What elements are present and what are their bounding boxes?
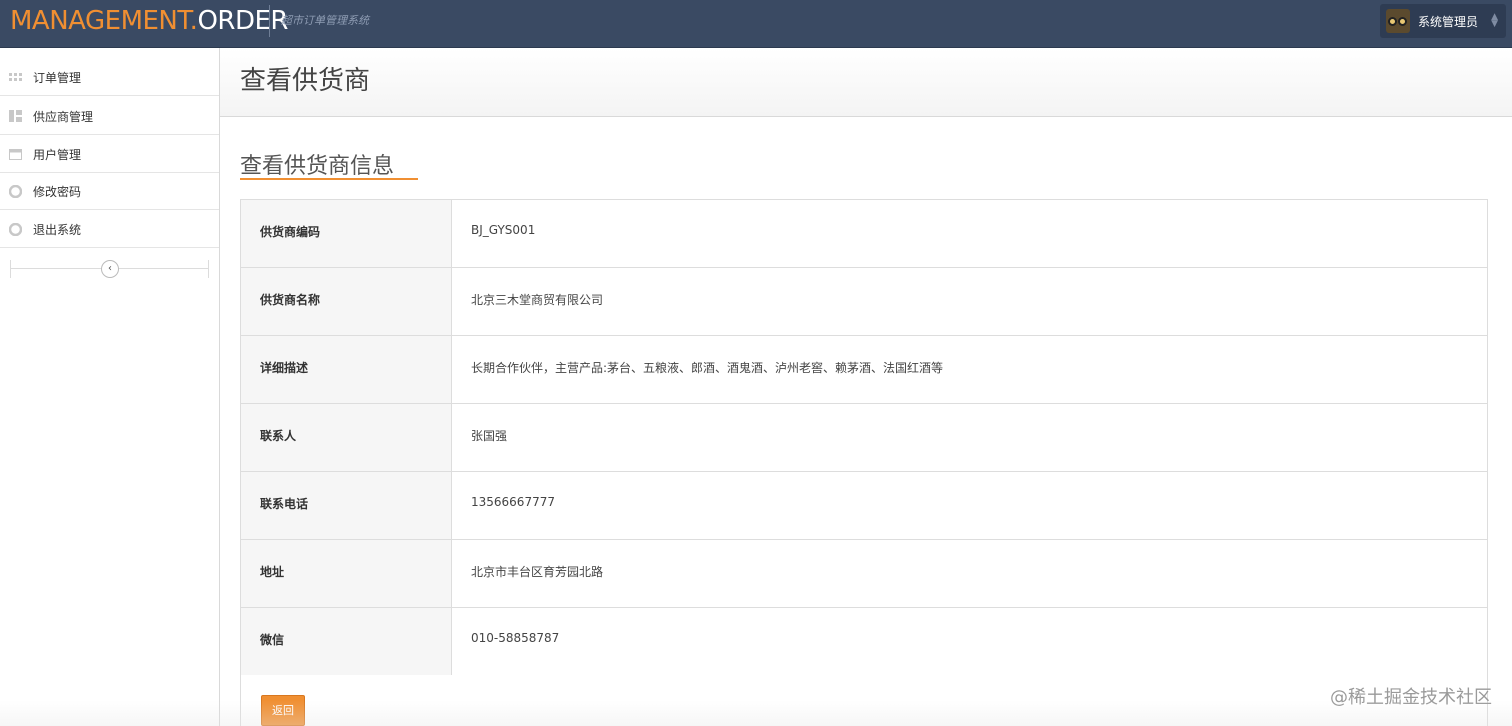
supplier-info-table: 供货商编码 BJ_GYS001 供货商名称 北京三木堂商贸有限公司 详细描述 长… <box>240 199 1488 676</box>
brand-subtitle: 超市订单管理系统 <box>281 14 369 27</box>
table-row: 详细描述 长期合作伙伴，主营产品:茅台、五粮液、郎酒、酒鬼酒、泸州老窖、赖茅酒、… <box>240 335 1488 404</box>
page-header: 查看供货商 <box>220 48 1512 117</box>
divider <box>208 260 209 278</box>
field-label: 详细描述 <box>240 335 452 404</box>
table-row: 供货商名称 北京三木堂商贸有限公司 <box>240 267 1488 336</box>
field-value: 010-58858787 <box>451 607 1488 676</box>
user-name: 系统管理员 <box>1418 15 1479 29</box>
field-label: 联系人 <box>240 403 452 472</box>
lifebuoy-icon <box>8 222 23 237</box>
brand-divider <box>269 5 270 37</box>
updown-caret-icon: ▲ ▼ <box>1491 12 1498 29</box>
page-title: 查看供货商 <box>240 66 371 96</box>
sidebar-item-label: 订单管理 <box>33 71 82 85</box>
field-label: 供货商编码 <box>240 199 452 268</box>
lifebuoy-icon <box>8 184 23 199</box>
field-label: 微信 <box>240 607 452 676</box>
sidebar-item-change-password[interactable]: 修改密码 <box>0 172 219 210</box>
avatar <box>1386 9 1410 33</box>
sidebar-item-users[interactable]: 用户管理 <box>0 135 219 173</box>
field-label: 供货商名称 <box>240 267 452 336</box>
table-row: 联系人 张国强 <box>240 403 1488 472</box>
brand-logo[interactable]: MANAGEMENT.ORDER <box>10 3 288 39</box>
back-button[interactable]: 返回 <box>261 695 305 726</box>
sidebar: 订单管理 供应商管理 用户管理 修改密码 退出系统 ‹ <box>0 48 220 726</box>
divider <box>10 260 11 278</box>
sidebar-item-label: 修改密码 <box>33 185 82 199</box>
sidebar-item-label: 用户管理 <box>33 148 82 162</box>
table-row: 地址 北京市丰台区育芳园北路 <box>240 539 1488 608</box>
brand-part2: ORDER <box>197 6 288 36</box>
field-value: 北京三木堂商贸有限公司 <box>451 267 1488 336</box>
field-value: 长期合作伙伴，主营产品:茅台、五粮液、郎酒、酒鬼酒、泸州老窖、赖茅酒、法国红酒等 <box>451 335 1488 404</box>
table-row: 供货商编码 BJ_GYS001 <box>240 199 1488 268</box>
table-row: 微信 010-58858787 <box>240 607 1488 676</box>
sidebar-item-label: 退出系统 <box>33 223 82 237</box>
field-value: BJ_GYS001 <box>451 199 1488 268</box>
sidebar-item-suppliers[interactable]: 供应商管理 <box>0 97 219 135</box>
sidebar-collapse-bar: ‹ <box>10 260 209 278</box>
field-value: 张国强 <box>451 403 1488 472</box>
chevron-left-icon[interactable]: ‹ <box>101 260 119 278</box>
avatar-eye-right <box>1398 17 1407 26</box>
field-label: 联系电话 <box>240 471 452 540</box>
field-value: 北京市丰台区育芳园北路 <box>451 539 1488 608</box>
section-underline <box>240 178 418 180</box>
layout-icon <box>9 110 22 122</box>
top-navbar: MANAGEMENT.ORDER 超市订单管理系统 系统管理员 ▲ ▼ <box>0 0 1512 48</box>
field-value: 13566667777 <box>451 471 1488 540</box>
calendar-icon <box>9 148 22 160</box>
table-row: 联系电话 13566667777 <box>240 471 1488 540</box>
sidebar-item-orders[interactable]: 订单管理 <box>0 58 219 96</box>
user-menu[interactable]: 系统管理员 ▲ ▼ <box>1380 4 1506 38</box>
field-label: 地址 <box>240 539 452 608</box>
sidebar-item-logout[interactable]: 退出系统 <box>0 210 219 248</box>
avatar-eye-left <box>1388 17 1397 26</box>
sidebar-item-label: 供应商管理 <box>33 110 94 124</box>
action-row: 返回 <box>240 675 1488 726</box>
brand-part1: MANAGEMENT. <box>10 6 198 36</box>
watermark: @稀土掘金技术社区 <box>1330 687 1492 708</box>
section-title: 查看供货商信息 <box>240 154 395 179</box>
grid-icon <box>9 71 22 83</box>
